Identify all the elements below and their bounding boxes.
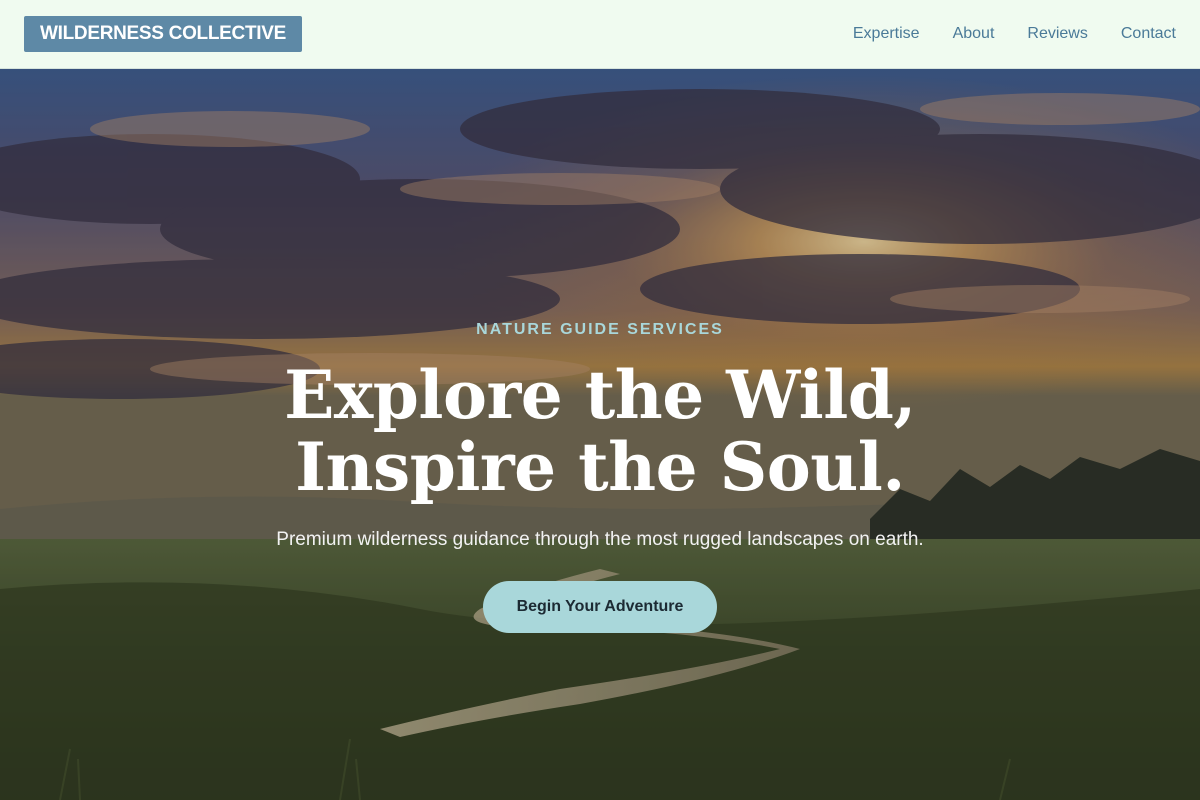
nav-link-contact[interactable]: Contact [1121,25,1176,43]
begin-adventure-button[interactable]: Begin Your Adventure [483,581,717,633]
hero-headline: Explore the Wild, Inspire the Soul. [284,356,916,506]
hero-subtitle: Premium wilderness guidance through the … [276,529,924,550]
main-nav: Expertise About Reviews Contact [853,25,1176,43]
site-logo[interactable]: WILDERNESS COLLECTIVE [24,16,302,52]
hero-section: NATURE GUIDE SERVICES Explore the Wild, … [0,69,1200,800]
hero-eyebrow: NATURE GUIDE SERVICES [476,321,724,338]
nav-link-about[interactable]: About [953,25,995,43]
site-header: WILDERNESS COLLECTIVE Expertise About Re… [0,0,1200,69]
nav-link-expertise[interactable]: Expertise [853,25,920,43]
nav-link-reviews[interactable]: Reviews [1027,25,1087,43]
